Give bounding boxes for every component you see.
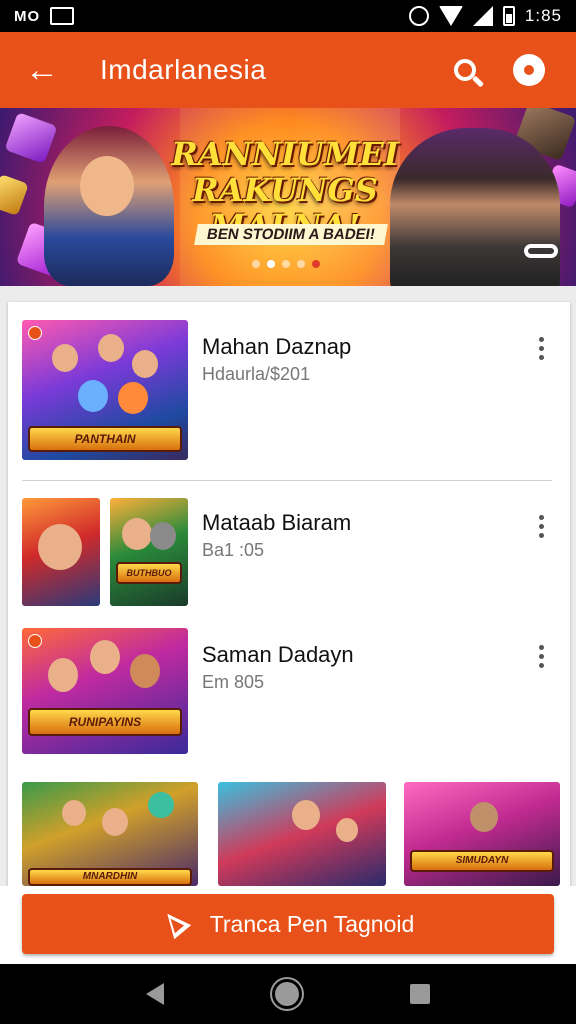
status-left: ΜΟ (14, 7, 409, 25)
badge-icon (28, 634, 42, 648)
more-dot (538, 644, 544, 650)
screen: ΜΟ 1:85 ← Imdarlanesia RANNIUMEI RAKUNGS… (0, 0, 576, 1024)
more-dot (538, 336, 544, 342)
gear-icon (516, 57, 542, 83)
list-item-subtitle: Ba1 :05 (202, 540, 265, 560)
status-bar: ΜΟ 1:85 (0, 0, 576, 32)
list-item-subtitle: Hdaurla/$201 (202, 364, 311, 384)
nav-recents-icon[interactable] (410, 984, 431, 1004)
status-time: 1:85 (524, 6, 562, 25)
link-icon (524, 244, 558, 258)
cta-container: Tranca Pen Tagnoid (0, 886, 576, 964)
game-thumbnail[interactable] (218, 782, 386, 886)
game-thumbnail[interactable]: SIMUDAYN (404, 782, 560, 886)
promo-banner[interactable]: RANNIUMEI RAKUNGS MALNA! BEN STODIIM A B… (0, 108, 576, 286)
nav-back-icon[interactable] (145, 983, 164, 1005)
notification-icon: ΜΟ (14, 7, 41, 25)
thumbnail-logo: BUTHBUO (116, 562, 182, 584)
nav-home-icon[interactable] (274, 982, 299, 1006)
alarm-icon (408, 6, 429, 26)
search-button[interactable] (440, 45, 490, 95)
carousel-dot[interactable] (312, 260, 320, 268)
carousel-indicator (252, 260, 320, 268)
game-list-card: PANTHAIN Mahan Daznap Hdaurla/$201 BUTHB… (8, 302, 570, 902)
signal-icon (472, 6, 493, 26)
more-options-button[interactable] (526, 328, 556, 368)
more-dot (538, 345, 544, 351)
thumbnail-logo: RUNIPAYINS (28, 708, 182, 736)
settings-button[interactable] (504, 45, 554, 95)
app-bar: ← Imdarlanesia (0, 32, 576, 108)
battery-icon (502, 6, 515, 26)
banner-title-line1: RANNIUMEI (171, 135, 399, 173)
banner-subtitle: BEN STODIIM A BADEI! (194, 224, 388, 245)
list-item-subtitle: Em 805 (202, 672, 265, 692)
cursor-click-icon (162, 909, 192, 939)
thumbnail-logo: MNARDHIN (28, 868, 192, 886)
thumbnail-logo: PANTHAIN (28, 426, 182, 452)
badge-icon (28, 326, 42, 340)
system-nav-bar (0, 964, 576, 1024)
gem-icon (4, 112, 58, 164)
image-icon (50, 7, 75, 25)
list-item-title[interactable]: Mataab Biaram (202, 510, 351, 536)
thumbnail-logo: SIMUDAYN (410, 850, 554, 872)
game-thumbnail[interactable]: RUNIPAYINS (22, 628, 188, 754)
divider (22, 480, 552, 481)
carousel-dot-active[interactable] (267, 260, 275, 268)
carousel-dot[interactable] (297, 260, 305, 268)
list-item-title[interactable]: Saman Dadayn (202, 642, 354, 668)
list-item-title[interactable]: Mahan Daznap (202, 334, 351, 360)
game-thumbnail[interactable] (22, 498, 100, 606)
wifi-icon (438, 6, 463, 26)
page-title: Imdarlanesia (100, 54, 267, 85)
primary-action-button[interactable]: Tranca Pen Tagnoid (22, 894, 554, 954)
more-dot (538, 653, 544, 659)
primary-action-label: Tranca Pen Tagnoid (209, 910, 415, 937)
more-dot (538, 354, 544, 360)
gem-icon (0, 173, 29, 217)
search-icon (454, 59, 476, 81)
carousel-dot[interactable] (282, 260, 290, 268)
more-dot (538, 532, 544, 538)
more-dot (538, 523, 544, 529)
status-right: 1:85 (408, 6, 562, 26)
more-options-button[interactable] (526, 506, 556, 546)
back-button[interactable]: ← (22, 50, 62, 90)
game-thumbnail[interactable]: BUTHBUO (110, 498, 188, 606)
more-options-button[interactable] (526, 636, 556, 676)
more-dot (538, 662, 544, 668)
more-dot (538, 514, 544, 520)
game-thumbnail[interactable]: PANTHAIN (22, 320, 188, 460)
game-thumbnail[interactable]: MNARDHIN (22, 782, 198, 886)
carousel-dot[interactable] (252, 260, 260, 268)
share-link-button[interactable] (522, 238, 560, 264)
back-arrow-icon: ← (25, 50, 59, 89)
